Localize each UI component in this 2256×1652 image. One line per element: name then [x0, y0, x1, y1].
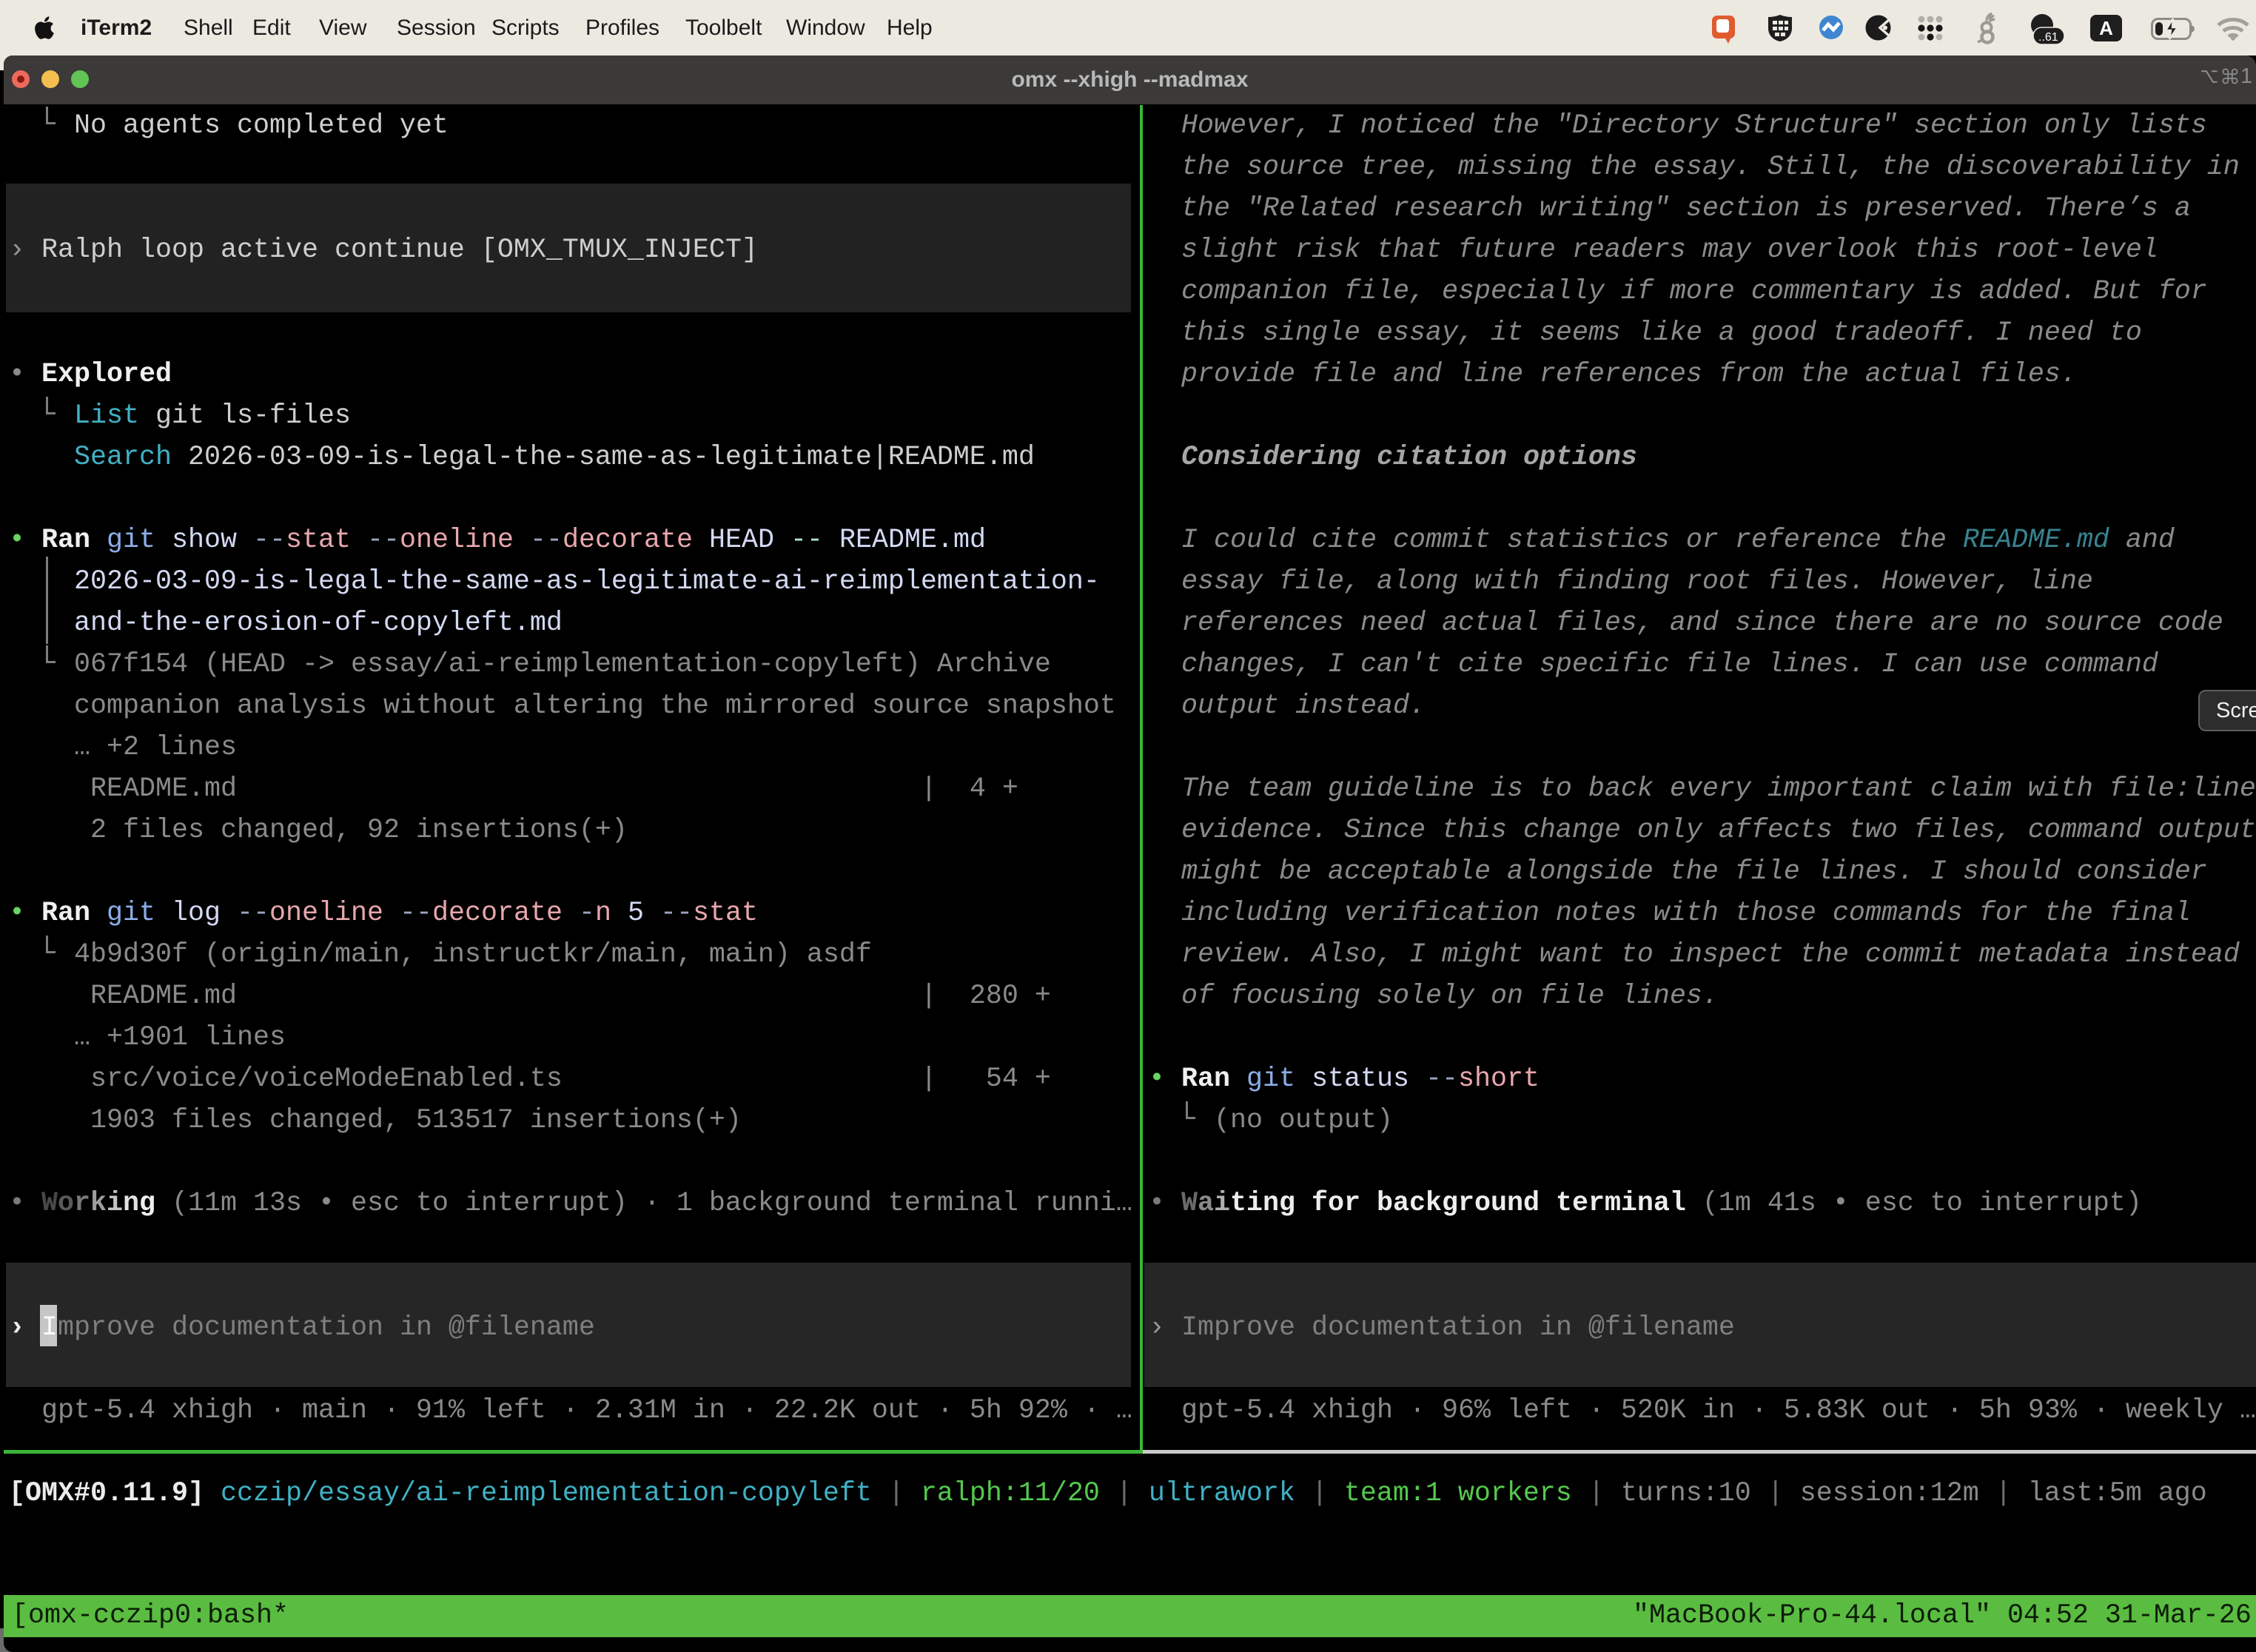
svg-text:..61: ..61 [2038, 31, 2058, 44]
